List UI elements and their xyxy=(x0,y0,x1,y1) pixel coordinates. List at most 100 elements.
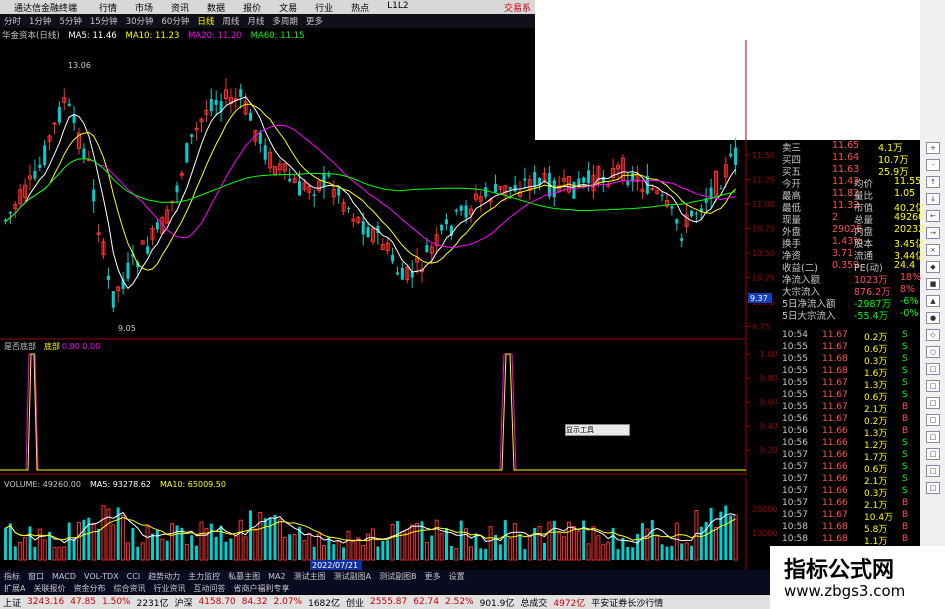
indicator-tab-13[interactable]: 设置 xyxy=(445,571,469,582)
indicator-tab-10[interactable]: 测试副图A xyxy=(330,571,375,582)
period-item-4[interactable]: 30分钟 xyxy=(122,15,158,27)
sidebar-tool-icon[interactable]: ■ xyxy=(926,278,940,290)
sidebar-tool-icon[interactable]: ▲ xyxy=(926,295,940,307)
indicator-tab-2[interactable]: MACD xyxy=(48,572,80,581)
indicator-tab-12[interactable]: 更多 xyxy=(421,571,445,582)
tick-row[interactable]: 10:57 11.66 2.1万 B xyxy=(782,498,918,511)
menu-item-7[interactable]: 热点 xyxy=(342,1,378,14)
period-item-9[interactable]: 多周期 xyxy=(268,15,302,27)
sidebar-tool-icon[interactable]: × xyxy=(926,244,940,256)
tick-direction: B xyxy=(902,534,909,544)
extension-tab-6[interactable]: 省商户福利专享 xyxy=(229,583,293,594)
candle-body xyxy=(298,181,301,196)
extension-tab-3[interactable]: 综合资讯 xyxy=(109,583,149,594)
extension-tab-0[interactable]: 扩展A xyxy=(0,583,29,594)
tick-row[interactable]: 10:55 11.68 1.6万 S xyxy=(782,366,918,379)
order-book-row[interactable]: 卖三 11.65 4.1万 xyxy=(782,140,918,154)
tick-row[interactable]: 10:57 11.66 0.3万 S xyxy=(782,486,918,499)
index-pct: 2.07% xyxy=(273,597,303,607)
period-item-1[interactable]: 1分钟 xyxy=(25,15,55,27)
index-label[interactable]: 上证 xyxy=(0,596,24,609)
sidebar-tool-icon[interactable]: □ xyxy=(926,414,940,426)
menu-item-4[interactable]: 报价 xyxy=(234,1,270,14)
menu-item-2[interactable]: 资讯 xyxy=(162,1,198,14)
tick-row[interactable]: 10:55 11.67 0.6万 S xyxy=(782,390,918,403)
extension-tab-5[interactable]: 互动问答 xyxy=(189,583,229,594)
sidebar-tool-icon[interactable]: → xyxy=(926,227,940,239)
ma10-line xyxy=(5,103,736,271)
indicator-tab-8[interactable]: MA2 xyxy=(264,572,289,581)
tick-row[interactable]: 10:57 11.66 0.6万 S xyxy=(782,462,918,475)
sidebar-tool-icon[interactable]: + xyxy=(926,142,940,154)
indicator-tab-4[interactable]: CCI xyxy=(123,572,145,581)
tick-row[interactable]: 10:56 11.67 0.2万 B xyxy=(782,414,918,427)
tick-row[interactable]: 10:56 11.66 1.3万 B xyxy=(782,426,918,439)
tick-list[interactable]: 10:54 11.67 0.2万 S 10:55 11.67 0.6万 S 10:55 11.68… xyxy=(780,330,920,547)
indicator-tab-6[interactable]: 主力监控 xyxy=(184,571,224,582)
menu-item-0[interactable]: 行情 xyxy=(90,1,126,14)
tick-row[interactable]: 10:54 11.67 0.2万 S xyxy=(782,330,918,343)
period-item-6[interactable]: 日线 xyxy=(193,15,218,27)
volume-bar xyxy=(665,546,669,560)
indicator-tab-3[interactable]: VOL-TDX xyxy=(80,572,123,581)
tick-row[interactable]: 10:58 11.68 5.8万 B xyxy=(782,522,918,535)
sidebar-tool-icon[interactable]: □ xyxy=(926,397,940,409)
tick-row[interactable]: 10:57 11.66 2.1万 S xyxy=(782,474,918,487)
indicator-tab-9[interactable]: 测试主图 xyxy=(290,571,330,582)
volume-chart[interactable]: VOLUME: 49260.00 MA5: 93278.62 MA10: 650… xyxy=(0,478,780,570)
sidebar-tool-icon[interactable]: □ xyxy=(926,465,940,477)
sidebar-tool-icon[interactable]: ↓ xyxy=(926,193,940,205)
indicator-tab-5[interactable]: 趋势动力 xyxy=(144,571,184,582)
bottom-indicator-chart[interactable]: 是否底部 底部 0.00 0.00 1.00 0.80 0.60 0.40 0.20 xyxy=(0,340,780,475)
index-label[interactable]: 总成交 xyxy=(517,596,550,609)
extension-tab-4[interactable]: 行业资讯 xyxy=(149,583,189,594)
order-book-row[interactable]: 买五 11.63 25.9万 xyxy=(782,164,918,178)
period-item-2[interactable]: 5分钟 xyxy=(55,15,85,27)
indicator-tab-7[interactable]: 私募主图 xyxy=(224,571,264,582)
stat-row: 收益(二) 0.359 PE(动) 24.4 xyxy=(782,260,918,274)
candle-body xyxy=(33,170,37,179)
index-label[interactable]: 创业 xyxy=(343,596,367,609)
extension-tab-2[interactable]: 资金分布 xyxy=(69,583,109,594)
period-item-3[interactable]: 15分钟 xyxy=(86,15,122,27)
menu-item-8[interactable]: L1L2 xyxy=(378,1,417,14)
period-item-10[interactable]: 更多 xyxy=(302,15,327,27)
sidebar-tool-icon[interactable]: □ xyxy=(926,482,940,494)
period-item-8[interactable]: 月线 xyxy=(243,15,268,27)
tick-row[interactable]: 10:57 11.67 10.4万 B xyxy=(782,510,918,523)
period-item-5[interactable]: 60分钟 xyxy=(158,15,194,27)
index-label[interactable]: 沪深 xyxy=(172,596,196,609)
candlestick-chart[interactable]: 11.5011.2511.0010.7510.5010.2510.009.759… xyxy=(0,40,780,340)
sidebar-tool-icon[interactable]: ◆ xyxy=(926,261,940,273)
tick-row[interactable]: 10:55 11.67 0.6万 S xyxy=(782,342,918,355)
menu-item-5[interactable]: 文易 xyxy=(270,1,306,14)
sidebar-tool-icon[interactable]: □ xyxy=(926,448,940,460)
tick-row[interactable]: 10:56 11.66 1.2万 S xyxy=(782,438,918,451)
indicator-tab-1[interactable]: 窗口 xyxy=(24,571,48,582)
tick-row[interactable]: 10:58 11.68 1.1万 B xyxy=(782,534,918,547)
sidebar-tool-icon[interactable]: □ xyxy=(926,431,940,443)
sidebar-tool-icon[interactable]: ◇ xyxy=(926,329,940,341)
sidebar-tool-icon[interactable]: □ xyxy=(926,380,940,392)
sidebar-tool-icon[interactable]: □ xyxy=(926,363,940,375)
tick-row[interactable]: 10:57 11.66 1.7万 S xyxy=(782,450,918,463)
menu-item-1[interactable]: 市场 xyxy=(126,1,162,14)
tool-popup[interactable]: 显示工具 xyxy=(565,424,630,436)
indicator-tab-0[interactable]: 指标 xyxy=(0,571,24,582)
menu-item-3[interactable]: 数据 xyxy=(198,1,234,14)
sidebar-tool-icon[interactable]: ← xyxy=(926,210,940,222)
trade-system-link[interactable]: 交易系 xyxy=(504,1,531,14)
sidebar-tool-icon[interactable]: - xyxy=(926,159,940,171)
tick-row[interactable]: 10:55 11.67 2.1万 B xyxy=(782,402,918,415)
indicator-tab-11[interactable]: 测试副图B xyxy=(375,571,421,582)
extension-tab-1[interactable]: 关联报价 xyxy=(29,583,69,594)
period-item-7[interactable]: 周线 xyxy=(218,15,243,27)
menu-item-6[interactable]: 行业 xyxy=(306,1,342,14)
sidebar-tool-icon[interactable]: ● xyxy=(926,312,940,324)
order-book-row[interactable]: 买四 11.64 10.7万 xyxy=(782,152,918,166)
tick-row[interactable]: 10:55 11.67 1.3万 S xyxy=(782,378,918,391)
sidebar-tool-icon[interactable]: ○ xyxy=(926,346,940,358)
tick-row[interactable]: 10:55 11.68 0.3万 S xyxy=(782,354,918,367)
period-item-0[interactable]: 分时 xyxy=(0,15,25,27)
sidebar-tool-icon[interactable]: ↑ xyxy=(926,176,940,188)
